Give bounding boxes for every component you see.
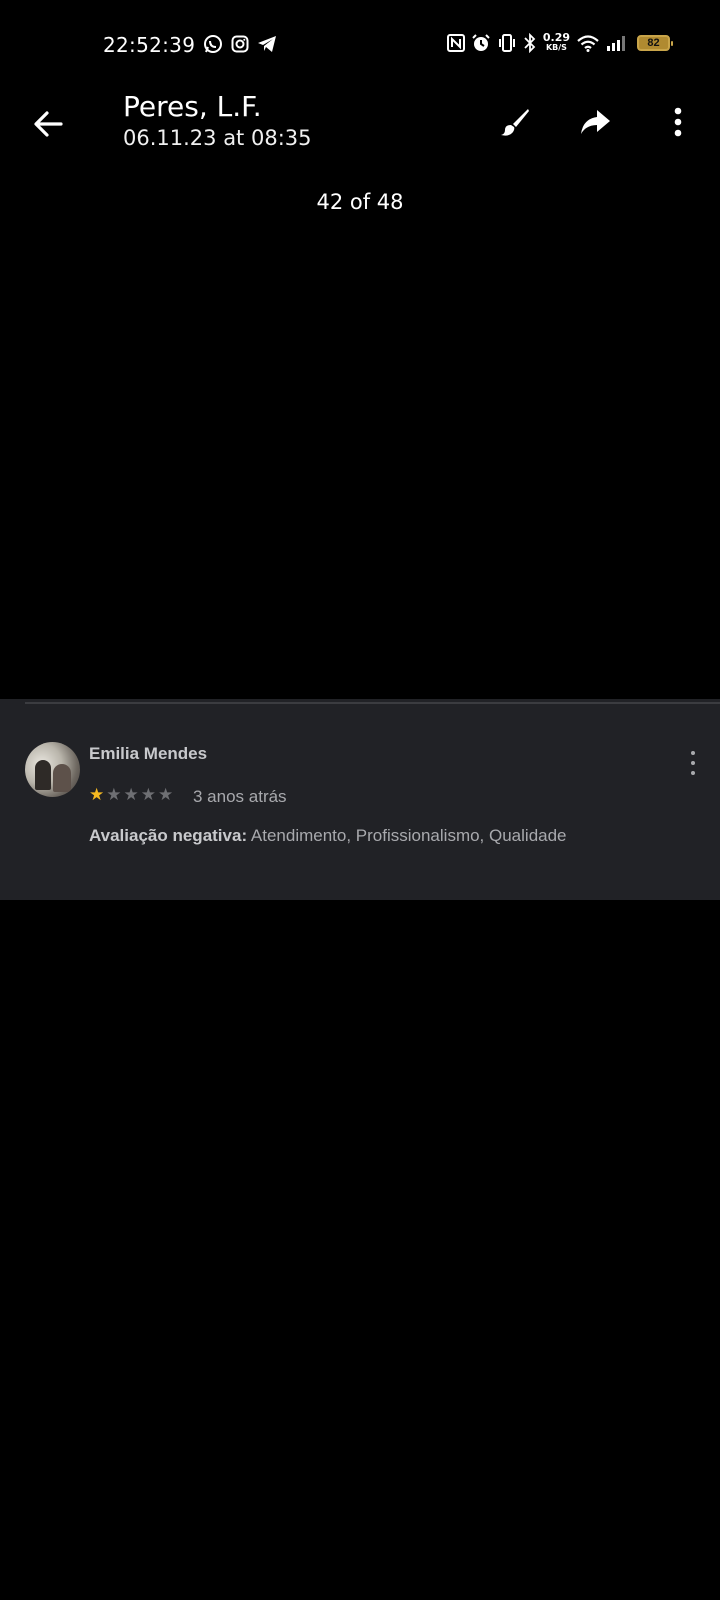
share-icon [579,108,611,136]
message-datetime: 06.11.23 at 08:35 [123,126,312,150]
sender-name: Peres, L.F. [123,90,262,123]
wifi-icon [576,34,600,52]
status-time: 22:52:39 [103,33,196,57]
review-text: Avaliação negativa: Atendimento, Profiss… [89,826,567,846]
app-bar: Peres, L.F. 06.11.23 at 08:35 [0,88,720,152]
network-speed: 0.29 KB/S [542,31,570,53]
review-time: 3 anos atrás [193,787,287,806]
more-vert-icon [673,107,683,137]
bluetooth-icon [523,33,537,53]
brush-icon [499,106,531,138]
star-empty-icon: ★ [106,785,122,804]
nfc-icon [446,34,465,52]
back-button[interactable] [28,104,68,144]
reviewer-name: Emilia Mendes [89,744,208,763]
image-counter: 42 of 48 [316,190,404,214]
star-empty-icon: ★ [123,785,139,804]
instagram-icon [231,35,249,53]
battery-indicator: 82 [637,35,673,51]
notification-icons [203,34,277,54]
whatsapp-icon [203,34,223,54]
star-empty-icon: ★ [158,785,174,804]
back-arrow-icon [33,110,63,138]
star-rating: ★ ★ ★ ★ ★ [89,786,173,803]
star-filled-icon: ★ [89,785,105,804]
status-bar: 22:52:39 0.29 KB/S 82 [0,0,720,92]
media-image[interactable]: Emilia Mendes ★ ★ ★ ★ ★ 3 anos atrás Avaliaç… [0,699,720,900]
review-label: Avaliação negativa: [89,826,248,845]
forward-button[interactable] [573,100,617,144]
system-icons: 0.29 KB/S 82 [446,31,673,53]
review-more-icon [688,751,698,775]
star-empty-icon: ★ [140,785,156,804]
telegram-icon [257,35,277,53]
edit-button[interactable] [493,100,537,144]
review-content: Atendimento, Profissionalismo, Qualidade [247,826,567,845]
more-options-button[interactable] [656,100,700,144]
vibrate-icon [497,34,517,52]
signal-icon [606,34,628,52]
avatar [25,742,80,797]
network-speed-unit: KB/S [545,43,567,52]
divider [25,702,720,704]
alarm-icon [471,33,491,53]
network-speed-value: 0.29 [542,31,570,44]
